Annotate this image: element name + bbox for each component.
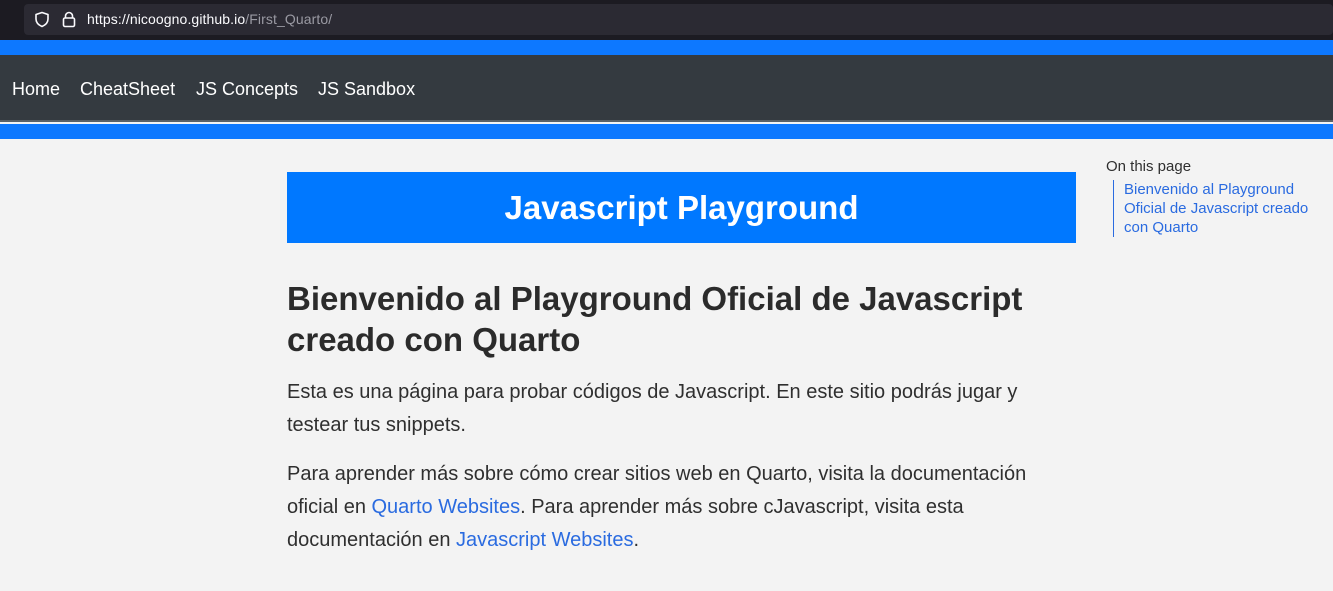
nav-item-home[interactable]: Home [12,79,60,100]
url-path: /First_Quarto/ [245,11,333,27]
url-text[interactable]: https://nicoogno.github.io/First_Quarto/ [87,11,332,27]
banner-title: Javascript Playground [504,188,859,226]
nav-item-cheatsheet[interactable]: CheatSheet [80,79,175,100]
nav-item-js-sandbox[interactable]: JS Sandbox [318,79,415,100]
nav-item-js-concepts[interactable]: JS Concepts [196,79,298,100]
lock-icon[interactable] [62,11,76,28]
accent-strip-top [0,40,1333,55]
accent-strip-bottom [0,124,1333,139]
shield-icon[interactable] [34,11,50,28]
docs-paragraph: Para aprender más sobre cómo crear sitio… [287,458,1077,557]
title-banner: Javascript Playground [287,172,1076,243]
quarto-websites-link[interactable]: Quarto Websites [372,496,521,518]
toc-list: Bienvenido al Playground Oficial de Java… [1113,180,1323,237]
address-bar[interactable]: https://nicoogno.github.io/First_Quarto/ [24,4,1333,35]
docs-text-3: . [633,529,640,551]
browser-toolbar: https://nicoogno.github.io/First_Quarto/ [0,0,1333,40]
javascript-websites-link[interactable]: Javascript Websites [456,529,633,551]
intro-paragraph: Esta es una página para probar códigos d… [287,381,1018,436]
site-navbar: Home CheatSheet JS Concepts JS Sandbox [0,55,1333,122]
page-title: Bienvenido al Playground Oficial de Java… [287,280,1023,358]
toc-item-bienvenido[interactable]: Bienvenido al Playground Oficial de Java… [1124,180,1323,237]
url-host: https://nicoogno.github.io [87,11,246,27]
toc-title: On this page [1106,158,1192,175]
